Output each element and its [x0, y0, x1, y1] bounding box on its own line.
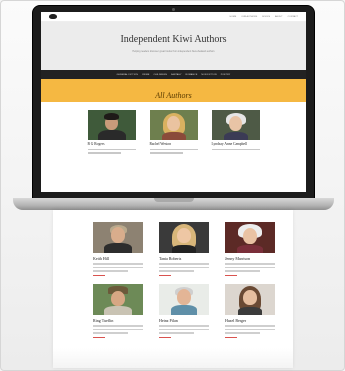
author-card[interactable]: Rachel Weston — [149, 110, 198, 154]
menu-item-books[interactable]: BOOKS — [262, 16, 270, 18]
menu-item-contact[interactable]: CONTACT — [288, 16, 298, 18]
laptop-lid: HOME OUR AUTHORS BOOKS ABOUT CONTACT Ind… — [32, 5, 315, 199]
nav-fantasy[interactable]: FANTASY — [171, 74, 182, 76]
nav-poetry[interactable]: POETRY — [221, 74, 231, 76]
author-bio-line — [225, 270, 260, 272]
read-more-link[interactable] — [225, 336, 237, 338]
author-bio-line — [149, 148, 198, 151]
laptop-screen: HOME OUR AUTHORS BOOKS ABOUT CONTACT Ind… — [41, 12, 306, 192]
site-topbar: HOME OUR AUTHORS BOOKS ABOUT CONTACT — [41, 12, 306, 22]
author-photo[interactable] — [211, 110, 260, 140]
menu-item-authors[interactable]: OUR AUTHORS — [241, 16, 257, 18]
nav-crime[interactable]: CRIME — [142, 74, 150, 76]
author-bio-line — [159, 328, 209, 330]
author-name[interactable]: B G Rogers — [88, 142, 136, 147]
page-fade — [53, 348, 293, 368]
author-bio-line — [159, 266, 209, 268]
author-photo[interactable] — [159, 284, 209, 315]
author-card[interactable]: Lyndsay Anne Campbell — [211, 110, 260, 154]
author-bio-line — [225, 263, 275, 265]
read-more-link[interactable] — [93, 274, 105, 276]
author-bio-line — [93, 332, 128, 334]
author-card[interactable]: Hazel Berger — [225, 284, 275, 338]
camera-icon — [172, 8, 175, 11]
author-photo[interactable] — [93, 284, 143, 315]
nav-non-fiction[interactable]: NON FICTION — [201, 74, 216, 76]
author-card[interactable]: Ring Tueflin — [93, 284, 143, 338]
author-name[interactable]: Keith Hill — [93, 256, 143, 261]
authors-page-continuation: Keith Hill Tania Roberts Jenny Marrison … — [53, 210, 293, 368]
genre-nav: GENERAL FICTION CRIME CHILDRENS FANTASY … — [41, 70, 306, 79]
site-menu: HOME OUR AUTHORS BOOKS ABOUT CONTACT — [230, 16, 298, 18]
read-more-link[interactable] — [225, 274, 237, 276]
author-photo[interactable] — [225, 284, 275, 315]
nav-romance[interactable]: ROMANCE — [186, 74, 198, 76]
author-photo[interactable] — [93, 222, 143, 253]
site-subtitle: Helping readers discover great books fro… — [132, 50, 215, 53]
read-more-link[interactable] — [93, 336, 105, 338]
author-card[interactable]: B G Rogers — [87, 110, 136, 154]
author-card[interactable]: Heinz Pilan — [159, 284, 209, 338]
author-bio-line — [159, 325, 209, 327]
author-name[interactable]: Lyndsay Anne Campbell — [212, 142, 260, 147]
author-bio-line — [87, 148, 136, 151]
section-title: All Authors — [155, 91, 192, 100]
author-bio-line — [149, 152, 184, 154]
read-more-link[interactable] — [159, 274, 171, 276]
author-bio-line — [225, 325, 275, 327]
author-card[interactable]: Keith Hill — [93, 222, 143, 276]
author-photo[interactable] — [225, 222, 275, 253]
author-bio-line — [225, 266, 275, 268]
hero: Independent Kiwi Authors Helping readers… — [41, 22, 306, 70]
author-name[interactable]: Tania Roberts — [159, 256, 209, 261]
author-bio-line — [211, 148, 260, 151]
author-photo[interactable] — [159, 222, 209, 253]
author-bio-line — [93, 263, 143, 265]
author-bio-line — [87, 152, 122, 154]
author-bio-line — [93, 328, 143, 330]
author-bio-line — [225, 328, 275, 330]
read-more-link[interactable] — [159, 336, 171, 338]
menu-item-home[interactable]: HOME — [230, 16, 237, 18]
author-photo[interactable] — [87, 110, 136, 140]
site-title: Independent Kiwi Authors — [120, 34, 227, 45]
author-card[interactable]: Jenny Marrison — [225, 222, 275, 276]
kiwi-logo-icon[interactable] — [49, 14, 57, 19]
laptop-author-grid: B G Rogers Rachel Weston Lyndsay Anne Ca… — [41, 102, 306, 154]
author-card[interactable]: Tania Roberts — [159, 222, 209, 276]
author-bio-line — [159, 332, 194, 334]
laptop-notch — [153, 198, 194, 202]
nav-general-fiction[interactable]: GENERAL FICTION — [117, 74, 138, 76]
nav-childrens[interactable]: CHILDRENS — [153, 74, 167, 76]
author-name[interactable]: Rachel Weston — [150, 142, 198, 147]
author-name[interactable]: Hazel Berger — [225, 318, 275, 323]
author-bio-line — [159, 263, 209, 265]
section-banner: All Authors — [41, 79, 306, 102]
author-name[interactable]: Heinz Pilan — [159, 318, 209, 323]
menu-item-about[interactable]: ABOUT — [275, 16, 283, 18]
author-bio-line — [93, 325, 143, 327]
author-bio-line — [225, 332, 260, 334]
screenshot-frame: HOME OUR AUTHORS BOOKS ABOUT CONTACT Ind… — [0, 0, 345, 371]
author-name[interactable]: Ring Tueflin — [93, 318, 143, 323]
author-bio-line — [93, 270, 128, 272]
author-name[interactable]: Jenny Marrison — [225, 256, 275, 261]
author-photo[interactable] — [149, 110, 198, 140]
author-bio-line — [159, 270, 194, 272]
author-bio-line — [93, 266, 143, 268]
laptop-base — [13, 198, 334, 210]
author-grid: Keith Hill Tania Roberts Jenny Marrison … — [53, 210, 293, 338]
